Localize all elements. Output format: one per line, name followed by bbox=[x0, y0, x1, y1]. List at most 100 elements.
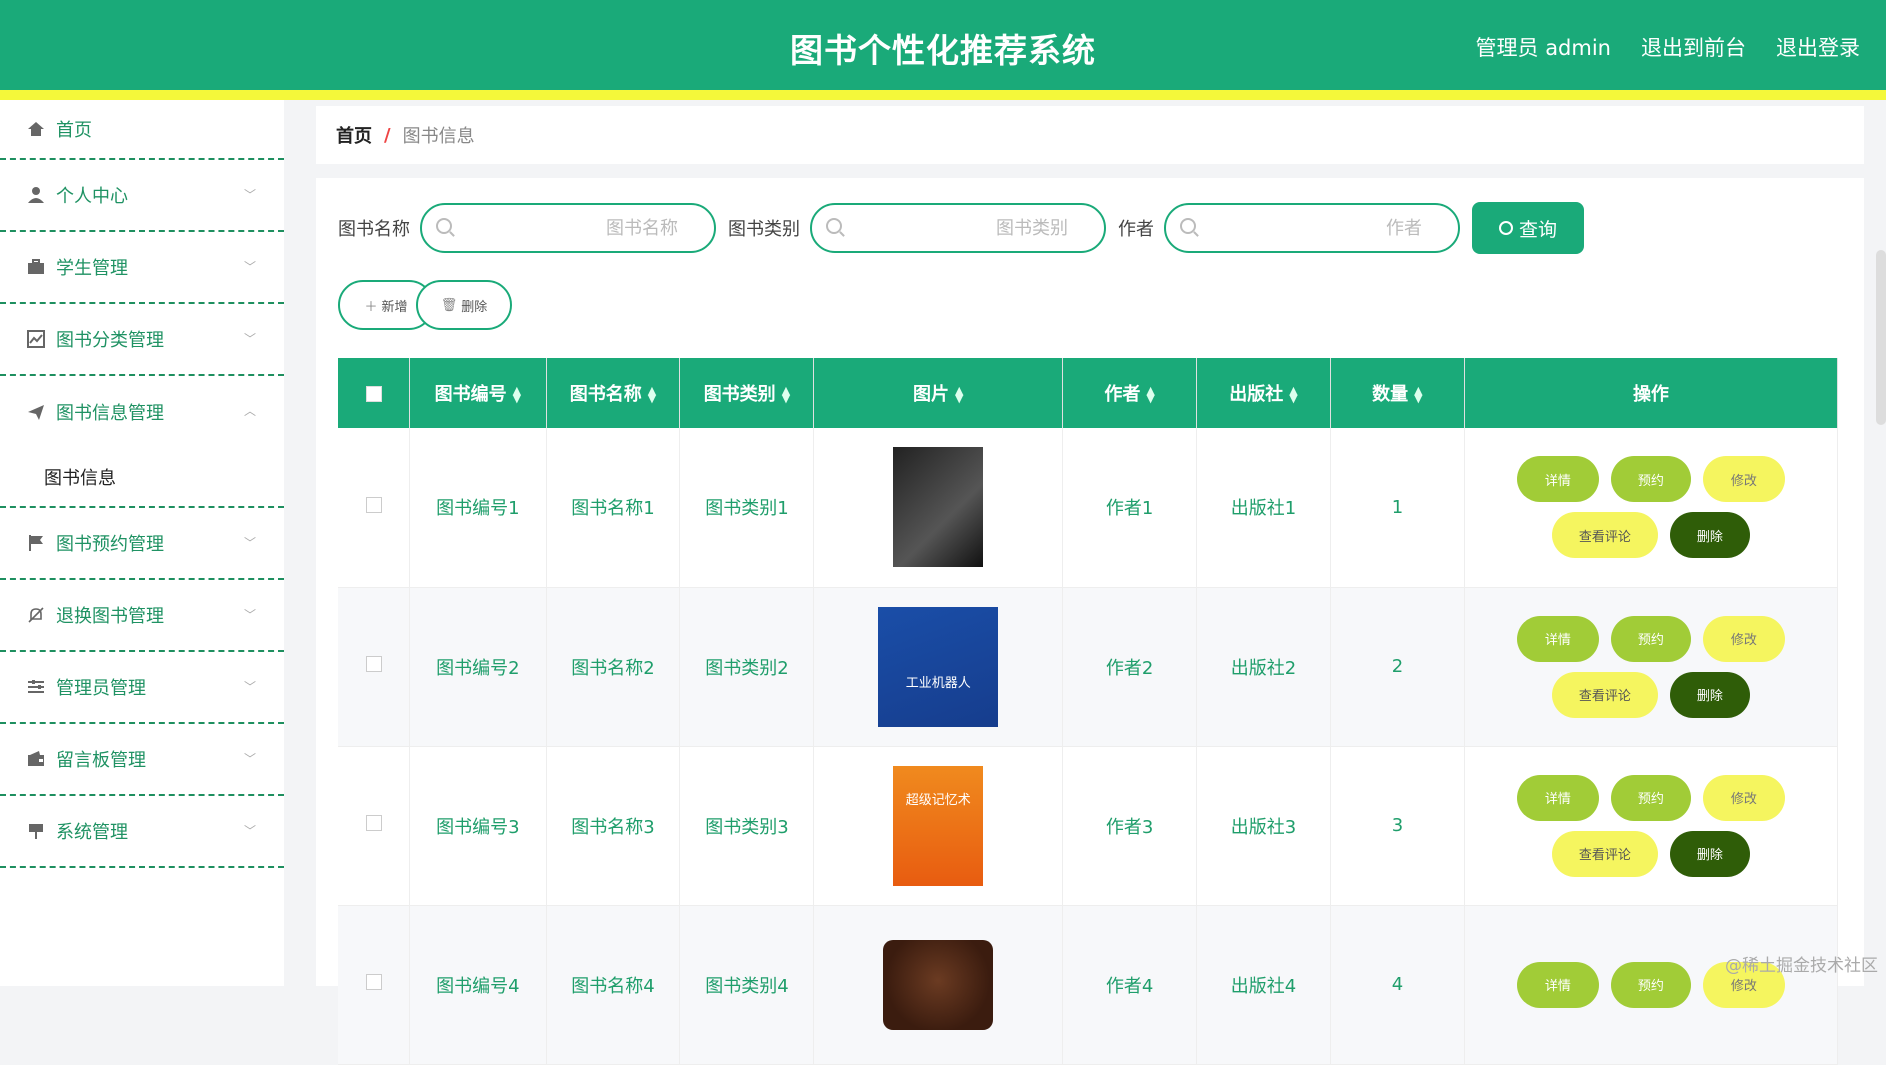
briefcase-icon bbox=[26, 257, 46, 277]
row-checkbox[interactable] bbox=[366, 974, 382, 990]
select-all-header[interactable] bbox=[338, 358, 410, 428]
sidebar-item-personal-center[interactable]: 个人中心 ﹀ bbox=[0, 160, 284, 232]
column-header[interactable]: 图书类别▲▼ bbox=[680, 358, 814, 428]
delete-button[interactable]: 删除 bbox=[1670, 831, 1750, 877]
cell-book-name: 图书名称3 bbox=[546, 746, 680, 905]
table-row: 图书编号1 图书名称1 图书类别1 作者1 出版社1 1 详情 预约 修改 bbox=[338, 428, 1838, 587]
reserve-button[interactable]: 预约 bbox=[1611, 616, 1691, 662]
sidebar-item-students[interactable]: 学生管理 ﹀ bbox=[0, 232, 284, 304]
view-reviews-button[interactable]: 查看评论 bbox=[1552, 672, 1658, 718]
cell-author: 作者4 bbox=[1063, 905, 1197, 1064]
admin-user-link[interactable]: 管理员 admin bbox=[1476, 32, 1611, 62]
sort-icon[interactable]: ▲▼ bbox=[1289, 387, 1297, 403]
home-icon bbox=[26, 119, 46, 139]
reserve-button[interactable]: 预约 bbox=[1611, 775, 1691, 821]
flag-pole-icon bbox=[26, 821, 46, 841]
sidebar-item-message-board[interactable]: 留言板管理 ﹀ bbox=[0, 724, 284, 796]
search-icon bbox=[826, 218, 842, 234]
book-name-input[interactable] bbox=[422, 205, 714, 251]
chevron-down-icon: ﹀ bbox=[244, 258, 256, 275]
sidebar-item-book-return[interactable]: 退换图书管理 ﹀ bbox=[0, 580, 284, 652]
column-header[interactable]: 作者▲▼ bbox=[1063, 358, 1197, 428]
delete-button[interactable]: 删除 bbox=[1670, 672, 1750, 718]
column-header[interactable]: 图书名称▲▼ bbox=[546, 358, 680, 428]
column-header[interactable]: 图片▲▼ bbox=[814, 358, 1063, 428]
book-category-field bbox=[810, 203, 1106, 253]
cell-publisher: 出版社2 bbox=[1197, 587, 1331, 746]
reserve-button[interactable]: 预约 bbox=[1611, 456, 1691, 502]
search-icon bbox=[1180, 218, 1196, 234]
edit-button[interactable]: 修改 bbox=[1703, 456, 1785, 502]
batch-delete-button[interactable]: 🗑 删除 bbox=[416, 280, 512, 330]
view-reviews-button[interactable]: 查看评论 bbox=[1552, 512, 1658, 558]
detail-button[interactable]: 详情 bbox=[1517, 775, 1599, 821]
delete-button[interactable]: 删除 bbox=[1670, 512, 1750, 558]
exit-to-front-link[interactable]: 退出到前台 bbox=[1641, 32, 1746, 62]
row-checkbox[interactable] bbox=[366, 815, 382, 831]
author-field bbox=[1164, 203, 1460, 253]
breadcrumb-separator: / bbox=[384, 125, 391, 146]
book-category-label: 图书类别 bbox=[728, 215, 800, 241]
detail-button[interactable]: 详情 bbox=[1517, 456, 1599, 502]
cell-author: 作者1 bbox=[1063, 428, 1197, 587]
cell-quantity: 1 bbox=[1330, 428, 1464, 587]
edit-button[interactable]: 修改 bbox=[1703, 616, 1785, 662]
row-actions: 详情 预约 修改 查看评论 删除 bbox=[1465, 616, 1837, 718]
select-all-checkbox[interactable] bbox=[366, 386, 382, 402]
bell-off-icon bbox=[26, 605, 46, 625]
column-header[interactable]: 数量▲▼ bbox=[1330, 358, 1464, 428]
header-links: 管理员 admin 退出到前台 退出登录 bbox=[1476, 32, 1860, 62]
chevron-down-icon: ﹀ bbox=[244, 750, 256, 767]
action-bar: ＋ 新增 🗑 删除 bbox=[338, 280, 494, 330]
table-row: 图书编号2 图书名称2 图书类别2 工业机器人 作者2 出版社2 2 详情 预约… bbox=[338, 587, 1838, 746]
book-table: 图书编号▲▼ 图书名称▲▼ 图书类别▲▼ 图片▲▼ 作者▲▼ 出版社▲▼ 数量▲… bbox=[338, 358, 1838, 1065]
cell-book-category: 图书类别1 bbox=[680, 428, 814, 587]
sidebar-item-book-info[interactable]: 图书信息管理 ︿ bbox=[0, 376, 284, 448]
sort-icon[interactable]: ▲▼ bbox=[955, 387, 963, 403]
book-name-label: 图书名称 bbox=[338, 215, 410, 241]
top-header: 图书个性化推荐系统 管理员 admin 退出到前台 退出登录 bbox=[0, 0, 1886, 90]
detail-button[interactable]: 详情 bbox=[1517, 962, 1599, 1008]
cover-title: 超级记忆术 bbox=[906, 789, 971, 808]
chevron-up-icon: ︿ bbox=[244, 402, 256, 419]
sort-icon[interactable]: ▲▼ bbox=[782, 387, 790, 403]
cell-book-name: 图书名称4 bbox=[546, 905, 680, 1064]
cell-book-name: 图书名称1 bbox=[546, 428, 680, 587]
sort-icon[interactable]: ▲▼ bbox=[648, 387, 656, 403]
sidebar-item-admins[interactable]: 管理员管理 ﹀ bbox=[0, 652, 284, 724]
detail-button[interactable]: 详情 bbox=[1517, 616, 1599, 662]
main-panel: 图书名称 图书类别 作者 查询 ＋ 新增 🗑 删除 bbox=[316, 178, 1864, 986]
row-checkbox[interactable] bbox=[366, 656, 382, 672]
cell-quantity: 4 bbox=[1330, 905, 1464, 1064]
sort-icon[interactable]: ▲▼ bbox=[1414, 387, 1422, 403]
query-button[interactable]: 查询 bbox=[1472, 202, 1584, 254]
edit-button[interactable]: 修改 bbox=[1703, 775, 1785, 821]
user-icon bbox=[26, 185, 46, 205]
cell-author: 作者2 bbox=[1063, 587, 1197, 746]
view-reviews-button[interactable]: 查看评论 bbox=[1552, 831, 1658, 877]
sort-icon[interactable]: ▲▼ bbox=[513, 387, 521, 403]
sidebar-subitem-book-info[interactable]: 图书信息 bbox=[0, 448, 284, 508]
sidebar-item-system[interactable]: 系统管理 ﹀ bbox=[0, 796, 284, 868]
column-header-actions: 操作 bbox=[1464, 358, 1837, 428]
page-scrollbar[interactable] bbox=[1876, 250, 1886, 425]
sidebar-item-home[interactable]: 首页 bbox=[0, 100, 284, 160]
cell-book-id: 图书编号3 bbox=[410, 746, 546, 905]
sidebar-item-label: 首页 bbox=[56, 116, 92, 142]
reserve-button[interactable]: 预约 bbox=[1611, 962, 1691, 1008]
book-category-input[interactable] bbox=[812, 205, 1104, 251]
column-header[interactable]: 出版社▲▼ bbox=[1197, 358, 1331, 428]
cell-publisher: 出版社3 bbox=[1197, 746, 1331, 905]
author-input[interactable] bbox=[1166, 205, 1458, 251]
sort-icon[interactable]: ▲▼ bbox=[1146, 387, 1154, 403]
sidebar-item-book-category[interactable]: 图书分类管理 ﹀ bbox=[0, 304, 284, 376]
sidebar-item-label: 个人中心 bbox=[56, 182, 128, 208]
sidebar-item-book-reservation[interactable]: 图书预约管理 ﹀ bbox=[0, 508, 284, 580]
book-cover-image bbox=[883, 940, 993, 1030]
wallet-icon bbox=[26, 749, 46, 769]
book-cover-image: 超级记忆术 bbox=[893, 766, 983, 886]
breadcrumb-home[interactable]: 首页 bbox=[336, 122, 372, 148]
logout-link[interactable]: 退出登录 bbox=[1776, 32, 1860, 62]
row-checkbox[interactable] bbox=[366, 497, 382, 513]
column-header[interactable]: 图书编号▲▼ bbox=[410, 358, 546, 428]
